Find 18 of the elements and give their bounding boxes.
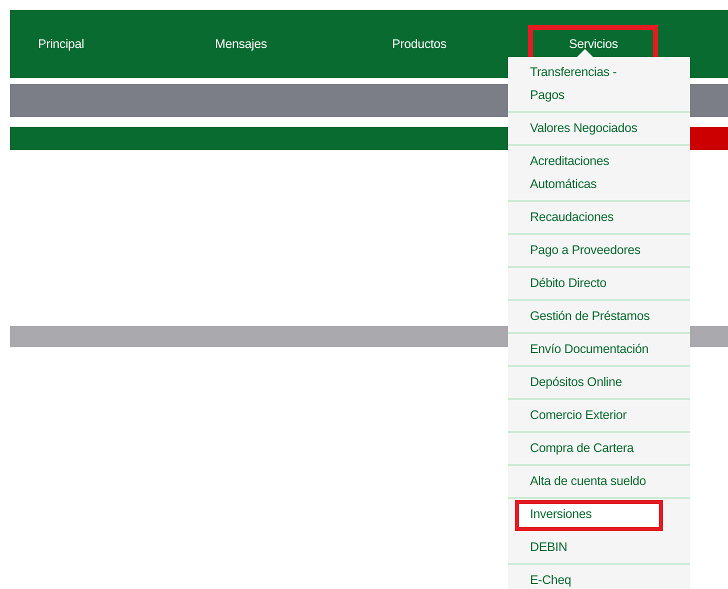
menu-item[interactable]: Gestión de Préstamos bbox=[508, 301, 690, 334]
nav-item[interactable]: Principal bbox=[28, 25, 94, 63]
menu-item[interactable]: Comercio Exterior bbox=[508, 400, 690, 433]
menu-item[interactable]: Compra de Cartera bbox=[508, 433, 690, 466]
menu-item[interactable]: Recaudaciones bbox=[508, 202, 690, 235]
menu-item[interactable]: DEBIN bbox=[508, 532, 690, 565]
accent-stripe bbox=[688, 127, 728, 150]
menu-item[interactable]: Transferencias - Pagos bbox=[508, 57, 690, 113]
menu-item[interactable]: Acreditaciones Automáticas bbox=[508, 146, 690, 202]
menu-item[interactable]: Envío Documentación bbox=[508, 334, 690, 367]
menu-item[interactable]: Depósitos Online bbox=[508, 367, 690, 400]
menu-item[interactable]: Pago a Proveedores bbox=[508, 235, 690, 268]
menu-item[interactable]: E-Cheq bbox=[508, 565, 690, 589]
nav-item[interactable]: Mensajes bbox=[205, 25, 277, 63]
menu-item[interactable]: Valores Negociados bbox=[508, 113, 690, 146]
menu-item[interactable]: Inversiones bbox=[514, 499, 664, 532]
nav-item[interactable]: Productos bbox=[382, 25, 456, 63]
menu-item[interactable]: Débito Directo bbox=[508, 268, 690, 301]
